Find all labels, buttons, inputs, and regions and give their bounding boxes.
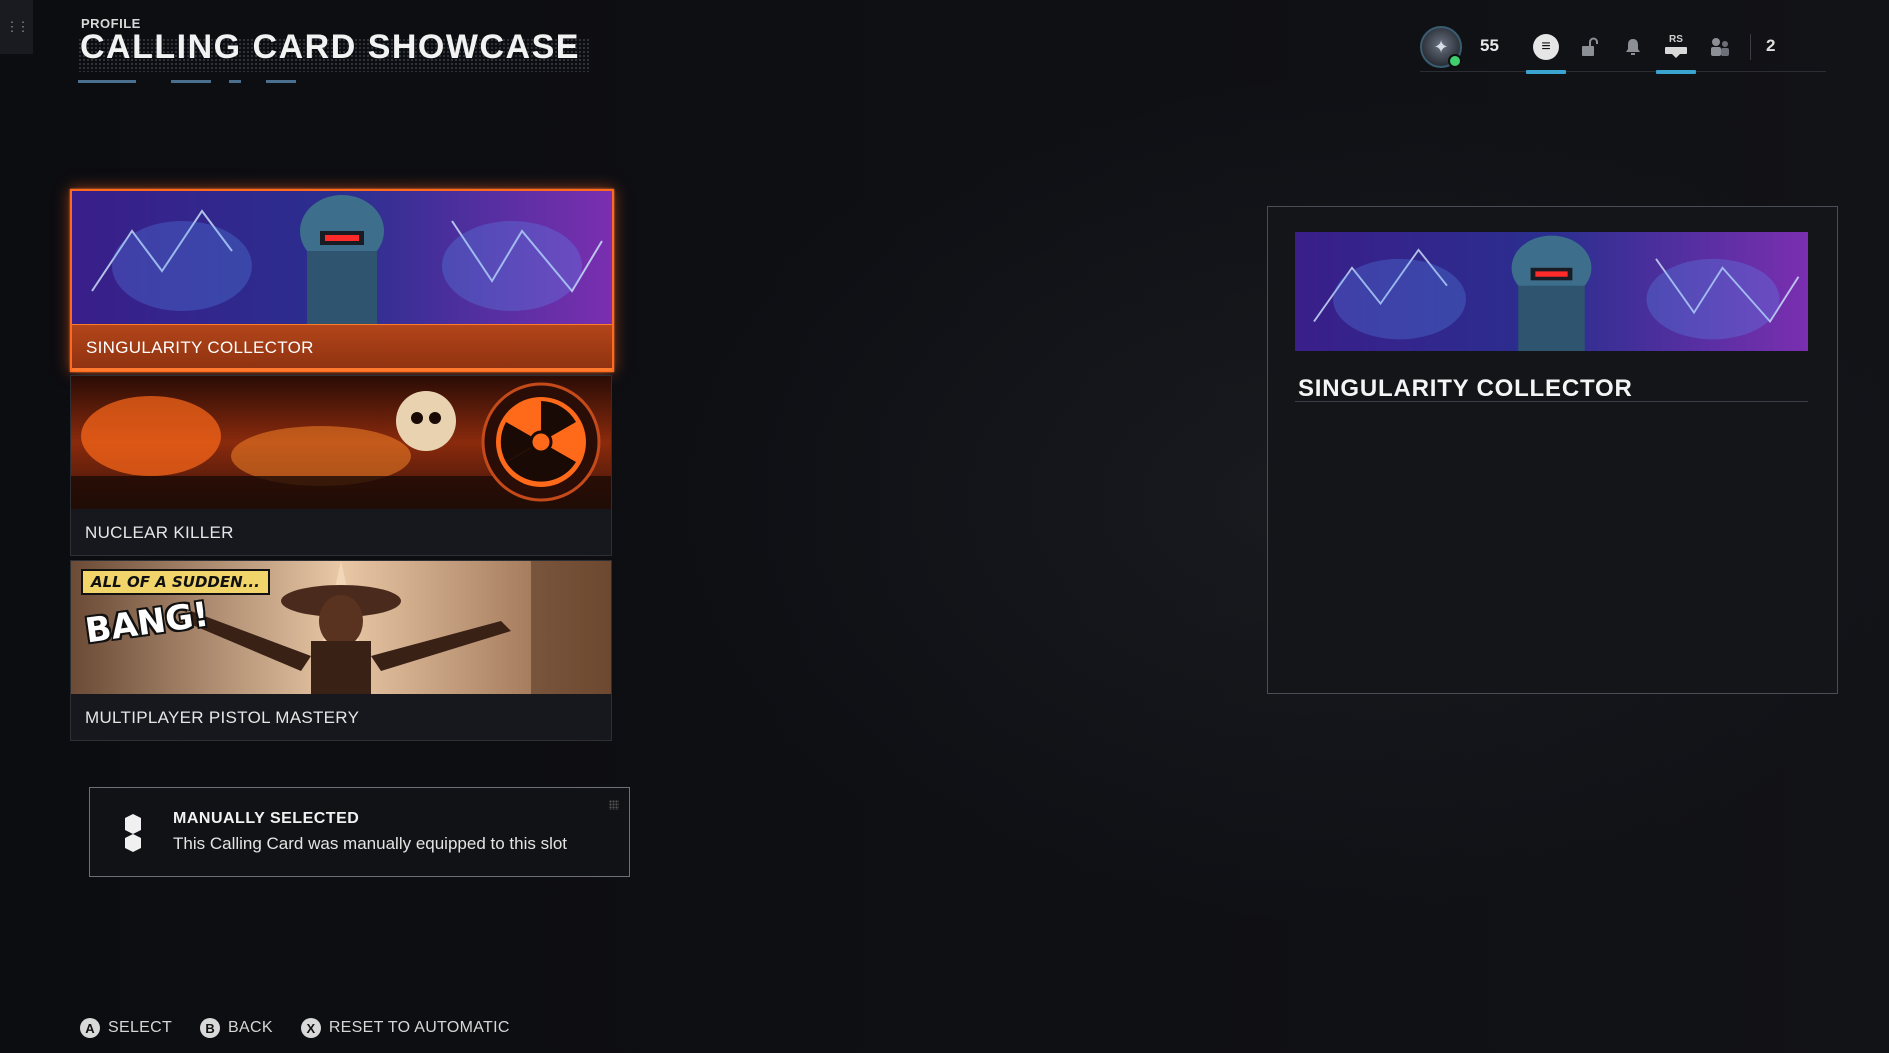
tab-menu-indicator: [1526, 70, 1566, 74]
card-label: MULTIPLAYER PISTOL MASTERY: [85, 708, 360, 727]
select-prompt[interactable]: A SELECT: [80, 1018, 172, 1038]
manual-select-icon: [125, 814, 141, 852]
selection-info-box: MANUALLY SELECTED This Calling Card was …: [89, 787, 630, 877]
card-art-pistol: ALL OF A SUDDEN... BANG!: [71, 561, 611, 694]
page-title: CALLING CARD SHOWCASE: [80, 28, 580, 66]
card-art-singularity: [72, 191, 612, 324]
prompt-label: BACK: [228, 1019, 273, 1036]
info-corner-texture: [609, 800, 619, 810]
back-prompt[interactable]: B BACK: [200, 1018, 273, 1038]
tab-store[interactable]: [1570, 30, 1610, 64]
menu-icon: ≡: [1533, 34, 1559, 60]
card-label: NUCLEAR KILLER: [85, 523, 234, 542]
prompt-label: SELECT: [108, 1019, 173, 1036]
bell-icon: [1626, 39, 1640, 55]
card-label: SINGULARITY COLLECTOR: [86, 338, 314, 357]
x-button-icon: X: [300, 1018, 321, 1038]
tab-friends[interactable]: [1700, 30, 1740, 64]
topbar: ✦ 55 ≡ RS 2: [1420, 26, 1826, 74]
title-accent-bar: [266, 80, 296, 83]
tab-rs-indicator: [1656, 70, 1696, 74]
title-accent-bar: [78, 80, 136, 83]
comic-caption-box: ALL OF A SUDDEN...: [81, 569, 270, 595]
online-status-icon: [1448, 54, 1462, 68]
info-title: MANUALLY SELECTED: [173, 810, 360, 827]
topbar-separator: [1750, 34, 1751, 60]
preview-divider: [1295, 401, 1808, 402]
preview-card-art: [1295, 232, 1808, 351]
calling-card-nuclear-killer[interactable]: NUCLEAR KILLER: [70, 375, 612, 556]
title-accent-bar: [229, 80, 241, 83]
tab-notifications[interactable]: [1613, 30, 1653, 64]
rs-tab-icon: [1665, 47, 1687, 58]
title-accent-bar: [171, 80, 211, 83]
card-art-nuclear: [71, 376, 611, 509]
a-button-icon: A: [80, 1018, 100, 1038]
corner-menu-handle[interactable]: ⋮⋮: [0, 0, 33, 54]
friends-icon: [1711, 38, 1729, 56]
tab-menu[interactable]: ≡: [1526, 30, 1566, 64]
b-button-icon: B: [200, 1018, 221, 1038]
prompt-label: RESET TO AUTOMATIC: [328, 1019, 510, 1036]
player-level: 55: [1480, 36, 1499, 55]
rs-hint: RS: [1669, 34, 1683, 45]
selected-glow: [72, 368, 612, 371]
lock-icon: [1582, 37, 1598, 56]
party-count: 2: [1766, 36, 1776, 55]
calling-card-singularity-collector[interactable]: SINGULARITY COLLECTOR: [70, 189, 614, 372]
button-prompts: A SELECT B BACK X RESET TO AUTOMATIC: [80, 1018, 538, 1038]
preview-card-name: SINGULARITY COLLECTOR: [1298, 375, 1633, 402]
calling-card-multiplayer-pistol-mastery[interactable]: ALL OF A SUDDEN... BANG! MULTIPLAYER PIS…: [70, 560, 612, 741]
calling-card-preview-panel: SINGULARITY COLLECTOR: [1267, 206, 1838, 694]
info-body: This Calling Card was manually equipped …: [173, 834, 568, 853]
tab-rs[interactable]: RS: [1656, 30, 1696, 64]
reset-prompt[interactable]: X RESET TO AUTOMATIC: [300, 1018, 510, 1038]
